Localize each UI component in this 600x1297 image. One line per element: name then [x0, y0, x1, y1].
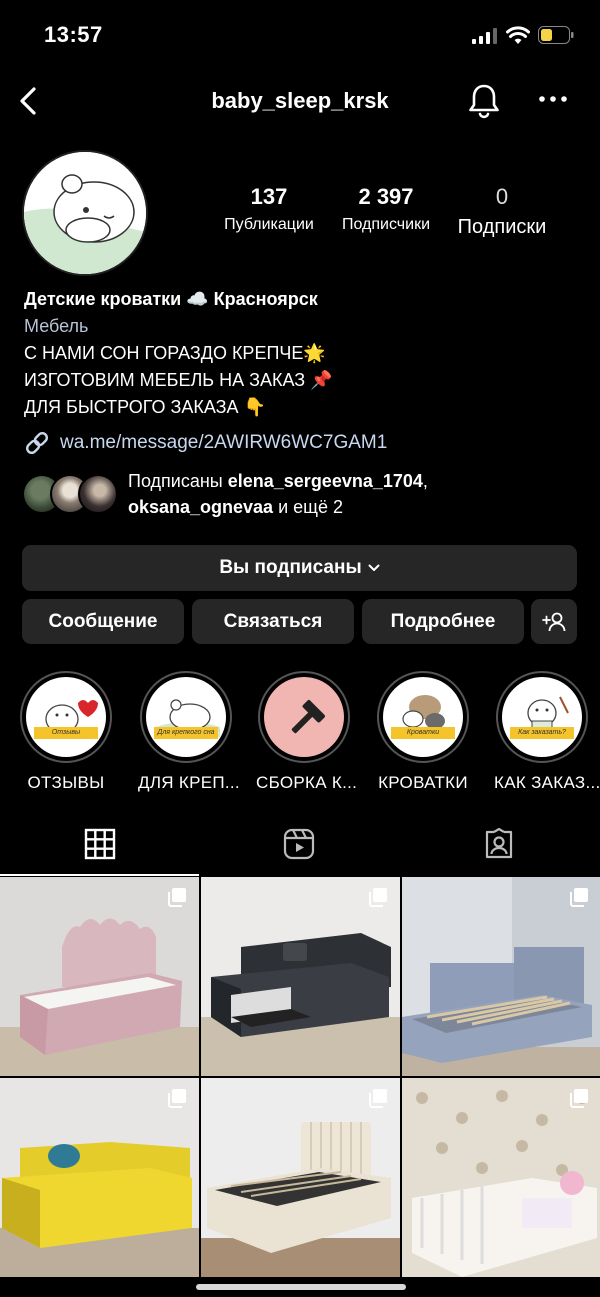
status-bar: 13:57 — [0, 0, 600, 70]
more-info-button[interactable]: Подробнее — [362, 599, 524, 644]
bell-icon[interactable] — [466, 82, 502, 120]
avatar-bear-illustration — [24, 152, 146, 274]
highlight-cover: Кроватки — [383, 677, 463, 757]
link-icon — [25, 431, 49, 455]
profile-link[interactable]: wa.me/message/2AWIRW6WC7GAM1 — [24, 428, 387, 458]
post-thumbnail[interactable] — [402, 1078, 600, 1277]
battery-icon — [538, 26, 574, 44]
avatar[interactable] — [22, 150, 148, 276]
profile-display-name: Детские кроватки ☁️ Красноярск — [24, 289, 318, 309]
highlight-cribs[interactable]: Кроватки КРОВАТКИ — [375, 671, 471, 793]
post-thumbnail[interactable] — [402, 877, 600, 1076]
post-thumbnail[interactable] — [201, 1078, 400, 1277]
reels-icon[interactable] — [283, 828, 315, 860]
signal-icon — [472, 28, 497, 44]
contact-button[interactable]: Связаться — [192, 599, 354, 644]
follower-avatar — [78, 474, 118, 514]
stat-followers-label: Подписчики — [341, 216, 430, 233]
profile-username: baby_sleep_krsk — [211, 88, 389, 113]
highlight-cover: Для крепкого сна — [146, 677, 226, 757]
post-thumbnail[interactable] — [0, 877, 199, 1076]
following-button-label: Вы подписаны — [219, 557, 362, 578]
stat-posts-label: Публикации — [224, 216, 314, 233]
stat-followers[interactable]: 2 397 Подписчики — [330, 184, 442, 234]
hammer-icon — [291, 700, 325, 734]
wifi-icon — [506, 26, 530, 44]
multiple-photos-icon — [369, 1089, 387, 1108]
message-button[interactable]: Сообщение — [22, 599, 184, 644]
highlight-label: СБОРКА К... — [256, 773, 358, 792]
stat-following[interactable]: 0 Подписки — [452, 184, 552, 239]
multiple-photos-icon — [168, 1089, 186, 1108]
stat-posts-value: 137 — [250, 184, 288, 209]
highlight-tag: Кроватки — [391, 727, 455, 739]
stat-following-value: 0 — [495, 184, 509, 209]
nav-bar: baby_sleep_krsk — [0, 76, 600, 126]
active-tab-indicator — [0, 874, 199, 876]
highlight-cover: Отзывы — [26, 677, 106, 757]
followed-by-text: Подписаны elena_sergeevna_1704, oksana_og… — [128, 471, 428, 517]
photo-grid — [0, 877, 600, 1297]
multiple-photos-icon — [168, 888, 186, 907]
add-user-icon — [542, 612, 566, 631]
highlight-how-to-order[interactable]: Как заказать? КАК ЗАКАЗ... — [494, 671, 600, 793]
stat-following-label: Подписки — [457, 216, 547, 238]
multiple-photos-icon — [570, 1089, 588, 1108]
highlight-for-sleep[interactable]: Для крепкого сна ДЛЯ КРЕП... — [138, 671, 240, 793]
stat-posts[interactable]: 137 Публикации — [214, 184, 324, 234]
status-time: 13:57 — [44, 22, 103, 47]
profile-category: Мебель — [24, 316, 89, 336]
bio-line: ДЛЯ БЫСТРОГО ЗАКАЗА 👇 — [24, 397, 266, 417]
chevron-down-icon — [368, 564, 380, 571]
grid-icon[interactable] — [84, 828, 116, 860]
follower-username: oksana_ognevaa — [128, 497, 274, 517]
highlight-label: ОТЗЫВЫ — [27, 773, 105, 792]
post-thumbnail[interactable] — [0, 1078, 199, 1277]
profile-tabs — [0, 818, 600, 876]
highlight-cover — [264, 677, 344, 757]
highlight-reviews[interactable]: Отзывы ОТЗЫВЫ — [18, 671, 114, 793]
stat-followers-value: 2 397 — [358, 184, 414, 209]
bio-line: С НАМИ СОН ГОРАЗДО КРЕПЧЕ🌟 — [24, 343, 326, 363]
highlight-assembly[interactable]: СБОРКА К... — [256, 671, 358, 793]
more-icon[interactable] — [538, 92, 568, 106]
highlight-label: КАК ЗАКАЗ... — [494, 773, 600, 792]
highlight-label: КРОВАТКИ — [378, 773, 468, 792]
tagged-icon[interactable] — [483, 828, 515, 860]
post-thumbnail[interactable] — [201, 877, 400, 1076]
followed-by[interactable]: Подписаны elena_sergeevna_1704, oksana_og… — [22, 468, 582, 522]
bio: Детские кроватки ☁️ Красноярск Мебель С … — [24, 286, 584, 421]
profile-link-text: wa.me/message/2AWIRW6WC7GAM1 — [60, 432, 388, 453]
follower-username: elena_sergeevna_1704 — [227, 471, 423, 491]
following-button[interactable]: Вы подписаны — [22, 545, 577, 591]
highlight-tag: Для крепкого сна — [154, 727, 218, 739]
highlight-tag: Как заказать? — [510, 727, 574, 739]
highlight-tag: Отзывы — [34, 727, 98, 739]
highlight-label: ДЛЯ КРЕП... — [138, 773, 240, 792]
multiple-photos-icon — [570, 888, 588, 907]
highlight-cover: Как заказать? — [502, 677, 582, 757]
bio-line: ИЗГОТОВИМ МЕБЕЛЬ НА ЗАКАЗ 📌 — [24, 370, 333, 390]
add-user-button[interactable] — [531, 599, 577, 644]
multiple-photos-icon — [369, 888, 387, 907]
home-indicator — [196, 1284, 406, 1290]
